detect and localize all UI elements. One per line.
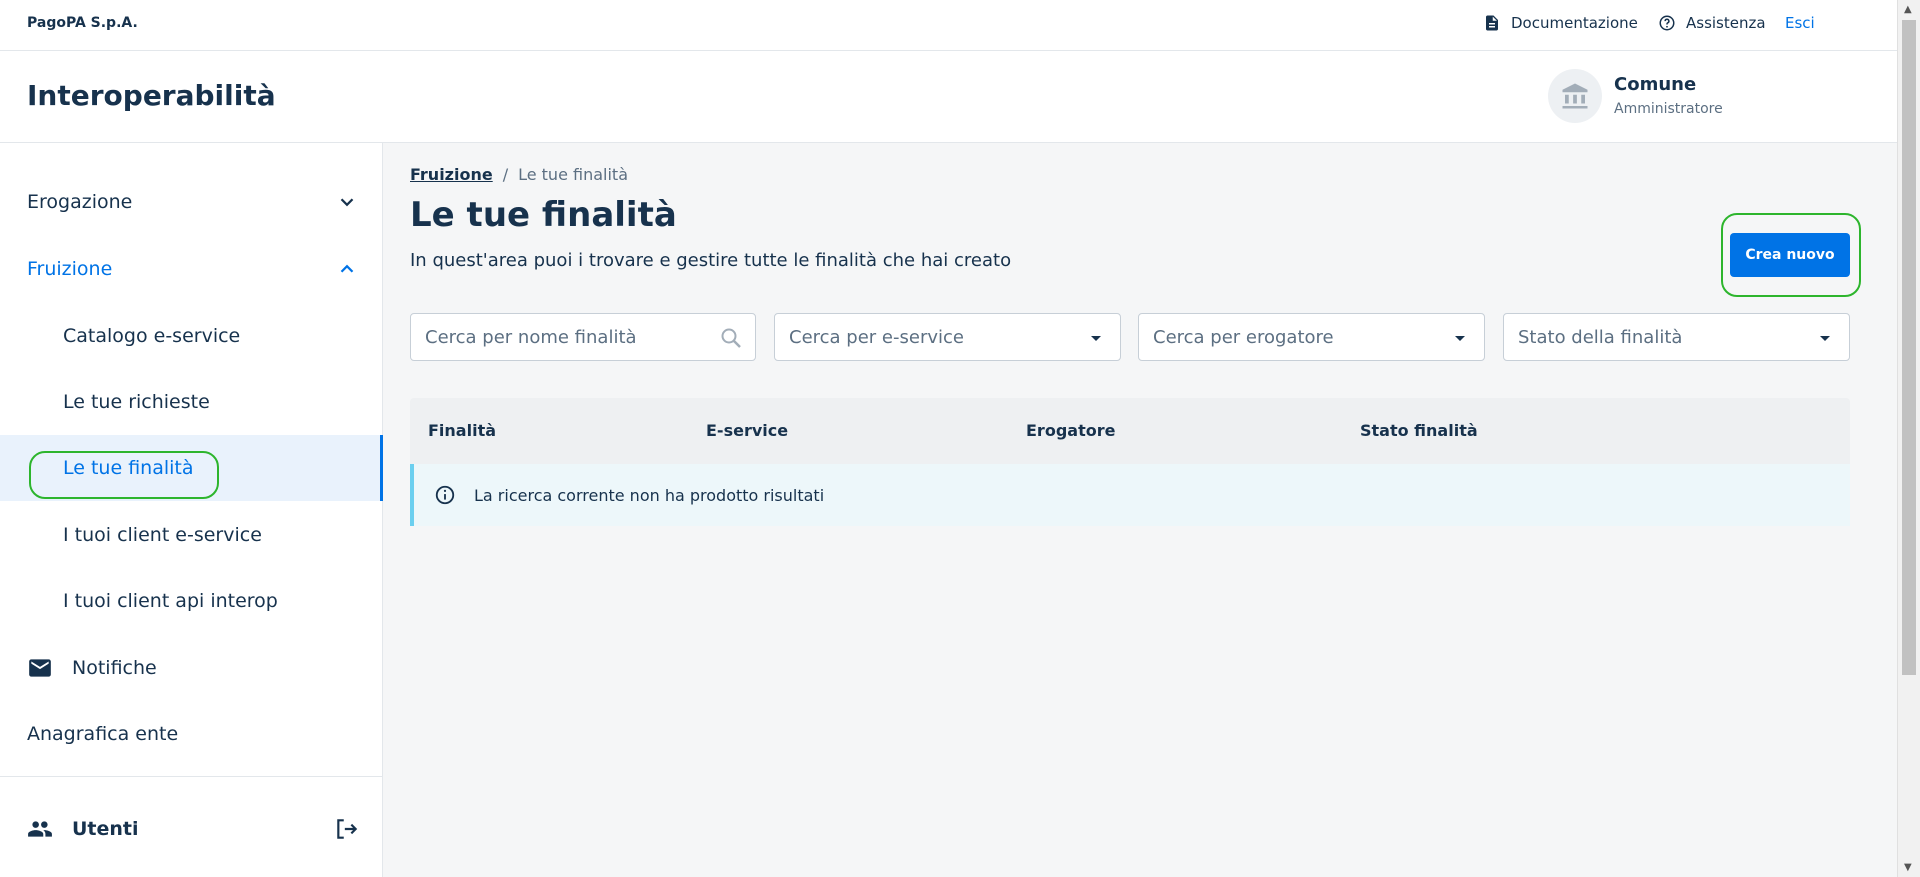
sidebar-item-label: Fruizione: [27, 258, 113, 280]
sidebar-item-label: Anagrafica ente: [27, 723, 179, 745]
column-header[interactable]: E-service: [706, 421, 788, 440]
column-header[interactable]: Finalità: [428, 421, 496, 440]
brand-name: PagoPA S.p.A.: [27, 15, 138, 31]
status-select[interactable]: Stato della finalità: [1503, 313, 1850, 361]
eservice-select-label: Cerca per e-service: [789, 326, 964, 348]
column-header[interactable]: Erogatore: [1026, 421, 1115, 440]
sidebar-item-client-eservice[interactable]: I tuoi client e-service: [0, 502, 383, 568]
breadcrumb: Fruizione / Le tue finalità: [410, 165, 628, 184]
sidebar: Erogazione Fruizione Catalogo e-service …: [0, 143, 383, 877]
main-content: Fruizione / Le tue finalità Le tue final…: [383, 143, 1897, 877]
breadcrumb-fruizione[interactable]: Fruizione: [410, 165, 493, 184]
sidebar-item-utenti[interactable]: Utenti: [0, 796, 383, 862]
eservice-select[interactable]: Cerca per e-service: [774, 313, 1121, 361]
search-icon: [721, 328, 741, 348]
help-icon: [1659, 15, 1675, 31]
breadcrumb-separator: /: [502, 165, 509, 184]
highlight-ring-button: [1721, 213, 1861, 297]
chevron-up-icon: [340, 264, 354, 273]
party-name: Comune: [1614, 74, 1697, 95]
sidebar-item-client-api[interactable]: I tuoi client api interop: [0, 568, 383, 634]
sidebar-item-catalogo[interactable]: Catalogo e-service: [0, 303, 383, 369]
party-role: Amministratore: [1614, 101, 1723, 117]
page-title: Le tue finalità: [410, 195, 677, 235]
column-header[interactable]: Stato finalità: [1360, 421, 1478, 440]
status-select-label: Stato della finalità: [1518, 326, 1683, 348]
institution-icon: [1562, 83, 1588, 109]
logout-link[interactable]: Esci: [1785, 14, 1815, 32]
sidebar-item-fruizione[interactable]: Fruizione: [0, 236, 383, 302]
product-title: Interoperabilità: [27, 79, 276, 112]
assistance-link[interactable]: Assistenza: [1658, 14, 1766, 32]
dropdown-arrow-icon: [1820, 336, 1830, 341]
sidebar-item-label: Notifiche: [72, 657, 157, 679]
sidebar-item-richieste[interactable]: Le tue richieste: [0, 369, 383, 435]
dropdown-arrow-icon: [1455, 336, 1465, 341]
assistance-label: Assistenza: [1686, 14, 1766, 32]
dropdown-arrow-icon: [1091, 336, 1101, 341]
sidebar-divider: [0, 776, 383, 777]
provider-select[interactable]: Cerca per erogatore: [1138, 313, 1485, 361]
info-icon: [435, 485, 455, 505]
product-header: Interoperabilità Comune Amministratore: [0, 51, 1897, 143]
chevron-down-icon: [340, 198, 354, 207]
provider-select-label: Cerca per erogatore: [1153, 326, 1334, 348]
document-icon: [1486, 15, 1498, 31]
scroll-up-arrow-icon[interactable]: ▲: [1904, 4, 1912, 15]
sidebar-item-label: I tuoi client api interop: [63, 590, 278, 612]
page-scrollbar[interactable]: ▲ ▼: [1897, 0, 1920, 877]
external-link-icon[interactable]: [334, 816, 360, 842]
scrollbar-thumb[interactable]: [1902, 20, 1916, 675]
sidebar-item-label: I tuoi client e-service: [63, 524, 262, 546]
breadcrumb-current: Le tue finalità: [518, 165, 628, 184]
scroll-down-arrow-icon[interactable]: ▼: [1904, 862, 1912, 873]
search-input[interactable]: [425, 326, 705, 348]
sidebar-item-label: Le tue richieste: [63, 391, 210, 413]
top-header: PagoPA S.p.A. Documentazione Assistenza …: [0, 0, 1897, 51]
sidebar-item-label: Utenti: [72, 818, 139, 840]
sidebar-item-label: Catalogo e-service: [63, 325, 241, 347]
empty-results-alert: La ricerca corrente non ha prodotto risu…: [410, 464, 1850, 526]
party-avatar: [1548, 69, 1602, 123]
empty-results-message: La ricerca corrente non ha prodotto risu…: [474, 485, 825, 505]
table-header: Finalità E-service Erogatore Stato final…: [410, 398, 1850, 464]
sidebar-item-label: Erogazione: [27, 191, 133, 213]
sidebar-item-notifiche[interactable]: Notifiche: [0, 635, 383, 701]
sidebar-item-anagrafica[interactable]: Anagrafica ente: [0, 701, 383, 767]
users-icon: [28, 821, 52, 837]
highlight-ring-sidebar: [29, 451, 219, 499]
search-name-field[interactable]: [410, 313, 756, 361]
page-description: In quest'area puoi i trovare e gestire t…: [410, 250, 1012, 271]
documentation-link[interactable]: Documentazione: [1483, 14, 1638, 32]
sidebar-item-erogazione[interactable]: Erogazione: [0, 169, 383, 235]
documentation-label: Documentazione: [1511, 14, 1638, 32]
mail-icon: [29, 659, 51, 677]
